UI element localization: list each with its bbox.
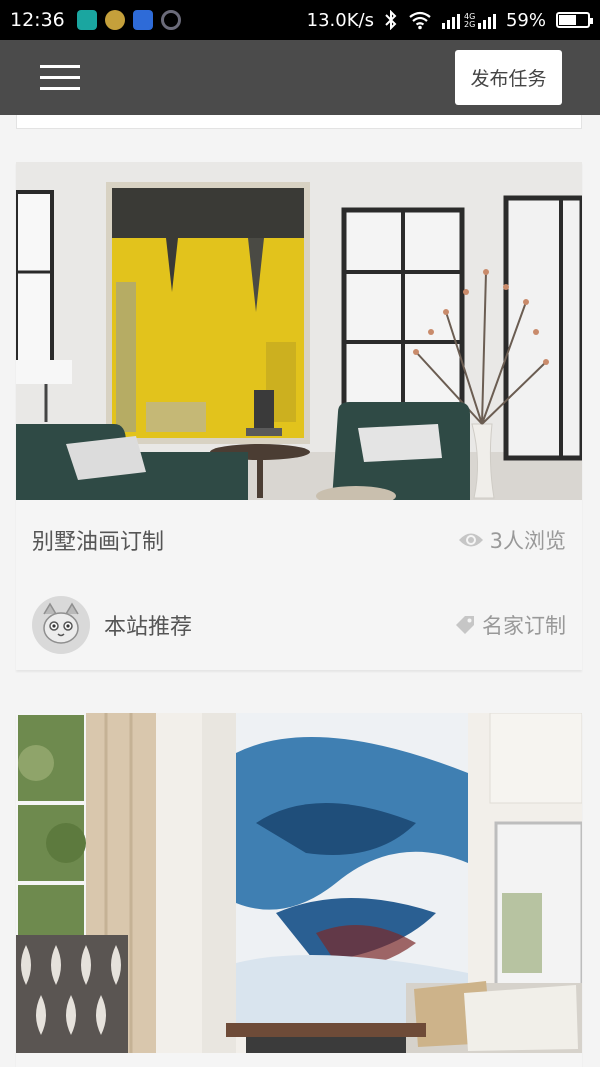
- card-tag: 名家订制: [454, 610, 566, 640]
- signal-bar: [441, 23, 445, 29]
- status-right: 13.0K/s 4G 2G 59%: [306, 9, 593, 31]
- living-room-illustration: [16, 713, 582, 1053]
- app-icon-ring: [160, 10, 181, 30]
- card-image-yellow-painting[interactable]: [16, 162, 582, 500]
- task-list: 别墅油画订制 3人浏览 本站推荐 名家订制: [0, 115, 600, 1067]
- eye-icon: [458, 533, 483, 547]
- card-title[interactable]: 别墅油画订制: [32, 524, 164, 556]
- signal-bar: [492, 14, 496, 29]
- wifi-icon: [409, 11, 431, 30]
- hamburger-line: [40, 65, 80, 68]
- previous-card-bottom: [16, 115, 582, 129]
- tag-icon: [456, 616, 474, 634]
- net-speed: 13.0K/s: [306, 9, 374, 31]
- signal-bar: [487, 17, 491, 29]
- hamburger-line: [40, 87, 80, 90]
- view-count-label: 3人浏览: [489, 529, 566, 553]
- card-image-blue-painting[interactable]: [16, 713, 582, 1053]
- avatar[interactable]: [32, 596, 90, 654]
- card-info-row: 别墅油画订制 3人浏览: [16, 500, 582, 580]
- network-badge: 4G 2G: [463, 12, 476, 29]
- status-time: 12:36: [10, 9, 65, 31]
- battery-percent: 59%: [505, 9, 546, 31]
- status-bar: 12:36 13.0K/s 4G 2G 59%: [0, 0, 600, 40]
- view-count: 3人浏览: [458, 525, 566, 555]
- signal-bar: [446, 20, 450, 29]
- author-name[interactable]: 本站推荐: [104, 609, 192, 641]
- signal-icon: 4G 2G: [441, 11, 496, 29]
- living-room-illustration: [16, 162, 582, 500]
- signal-bar: [451, 17, 455, 29]
- signal-bar: [456, 14, 460, 29]
- bluetooth-icon: [385, 10, 397, 30]
- cat-avatar-icon: [43, 602, 79, 644]
- battery-fill: [559, 15, 576, 25]
- battery-icon: [556, 12, 593, 28]
- app-icon-gold: [104, 10, 125, 30]
- top-nav: 发布任务: [0, 40, 600, 115]
- app-icon-k: [132, 10, 153, 30]
- app-icon-teal: [76, 10, 97, 30]
- status-left: 12:36: [10, 9, 181, 31]
- hamburger-menu-icon[interactable]: [40, 65, 80, 91]
- signal-bar: [477, 23, 481, 29]
- task-card[interactable]: 别墅油画订制 3人浏览 本站推荐 名家订制: [16, 162, 582, 670]
- signal-bar: [482, 20, 486, 29]
- task-card[interactable]: [16, 713, 582, 1067]
- card-meta-row: 本站推荐 名家订制: [16, 580, 582, 670]
- hamburger-line: [40, 76, 80, 79]
- publish-task-button[interactable]: 发布任务: [455, 50, 562, 105]
- card-tag-label: 名家订制: [482, 614, 566, 638]
